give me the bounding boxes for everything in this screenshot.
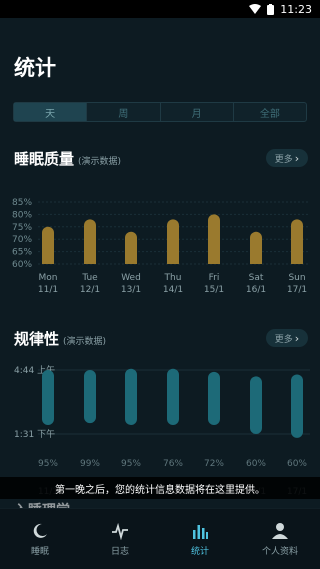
nav-journal-label: 日志: [110, 546, 129, 557]
quality-ytick-label: 65%: [12, 248, 32, 258]
regularity-bar: [250, 376, 262, 434]
tab-all[interactable]: 全部: [234, 103, 306, 121]
nav-profile-label: 个人资料: [261, 546, 298, 557]
battery-icon: [267, 3, 275, 15]
regularity-title: 规律性 (演示数据): [14, 328, 106, 349]
quality-bar: [84, 219, 96, 264]
quality-bar-base: [167, 258, 179, 264]
bottom-nav: 睡眠 日志 统计 个人资料: [0, 508, 320, 569]
quality-day-label: Thu: [164, 273, 182, 283]
nav-journal[interactable]: 日志: [80, 509, 160, 569]
quality-date-label: 15/1: [204, 285, 224, 295]
quality-bar-base: [84, 258, 96, 264]
quality-bar-base: [291, 258, 303, 264]
quality-bar: [291, 219, 303, 264]
regularity-percent-label: 60%: [287, 459, 307, 469]
pulse-icon: [112, 522, 128, 540]
quality-bar-base: [42, 258, 54, 264]
regularity-percent-label: 95%: [38, 459, 58, 469]
quality-date-label: 12/1: [80, 285, 100, 295]
nav-sleep-label: 睡眠: [30, 546, 49, 557]
chevron-right-icon: ›: [294, 331, 300, 345]
quality-date-label: 16/1: [246, 285, 266, 295]
regularity-bar: [291, 374, 303, 438]
quality-bar-base: [250, 258, 262, 264]
quality-date-label: 13/1: [121, 285, 141, 295]
regularity-percent-label: 76%: [163, 459, 183, 469]
regularity-heading: 规律性: [14, 330, 60, 348]
quality-day-label: Wed: [121, 273, 141, 283]
status-time: 11:23: [280, 2, 312, 16]
regularity-subtitle: (演示数据): [63, 337, 107, 347]
regularity-percent-label: 60%: [246, 459, 266, 469]
quality-bar-base: [208, 258, 220, 264]
status-bar: 11:23: [0, 0, 320, 18]
regularity-ytick-label: 1:31 下午: [14, 428, 55, 440]
sleep-quality-heading: 睡眠质量: [14, 150, 75, 168]
chevron-right-icon: ›: [294, 151, 300, 165]
regularity-percent-label: 72%: [204, 459, 224, 469]
quality-date-label: 11/1: [38, 285, 58, 295]
quality-ytick-label: 85%: [12, 198, 32, 208]
regularity-percent-label: 95%: [121, 459, 141, 469]
nav-profile[interactable]: 个人资料: [240, 509, 320, 569]
quality-day-label: Mon: [39, 273, 58, 283]
sleep-quality-more-button[interactable]: 更多 ›: [266, 149, 308, 167]
page-title: 统计: [14, 56, 56, 80]
regularity-bar: [42, 370, 54, 426]
regularity-percent-label: 99%: [80, 459, 100, 469]
quality-ytick-label: 70%: [12, 235, 32, 245]
nav-sleep[interactable]: 睡眠: [0, 509, 80, 569]
quality-date-label: 17/1: [287, 285, 307, 295]
quality-day-label: Fri: [209, 273, 220, 283]
more-label: 更多: [274, 154, 293, 165]
sleep-quality-title: 睡眠质量 (演示数据): [14, 148, 121, 169]
sleep-quality-chart: 85% 80% 75% 70% 65% 60% Mon 11/1 Tue 12/1 Wed 13/1 T…: [12, 198, 310, 295]
person-icon: [272, 522, 288, 539]
quality-day-label: Sat: [249, 273, 264, 283]
wifi-icon: [249, 4, 262, 14]
moon-icon: [33, 523, 47, 538]
regularity-bar: [208, 371, 220, 426]
more-label: 更多: [274, 334, 293, 345]
sleep-quality-subtitle: (演示数据): [78, 157, 122, 167]
tab-week[interactable]: 周: [87, 103, 161, 121]
regularity-more-button[interactable]: 更多 ›: [266, 329, 308, 347]
bar-chart-icon: [193, 524, 208, 539]
info-toast: 第一晚之后，您的统计信息数据将在这里提供。: [0, 477, 320, 499]
quality-ytick-label: 75%: [12, 223, 32, 233]
nav-statistics[interactable]: 统计: [160, 509, 240, 569]
regularity-bar: [84, 370, 96, 424]
nav-statistics-label: 统计: [190, 546, 209, 557]
tab-month[interactable]: 月: [161, 103, 234, 121]
regularity-bar: [125, 368, 137, 426]
quality-bar: [167, 219, 179, 264]
period-segmented-control: 天 周 月 全部: [13, 102, 307, 122]
quality-bar-base: [125, 258, 137, 264]
quality-date-label: 14/1: [163, 285, 183, 295]
tab-day[interactable]: 天: [14, 103, 88, 121]
quality-ytick-label: 60%: [12, 260, 32, 270]
regularity-bar: [167, 368, 179, 426]
quality-day-label: Tue: [81, 273, 98, 283]
quality-bar: [208, 214, 220, 264]
quality-day-label: Sun: [288, 273, 305, 283]
quality-ytick-label: 80%: [12, 210, 32, 220]
